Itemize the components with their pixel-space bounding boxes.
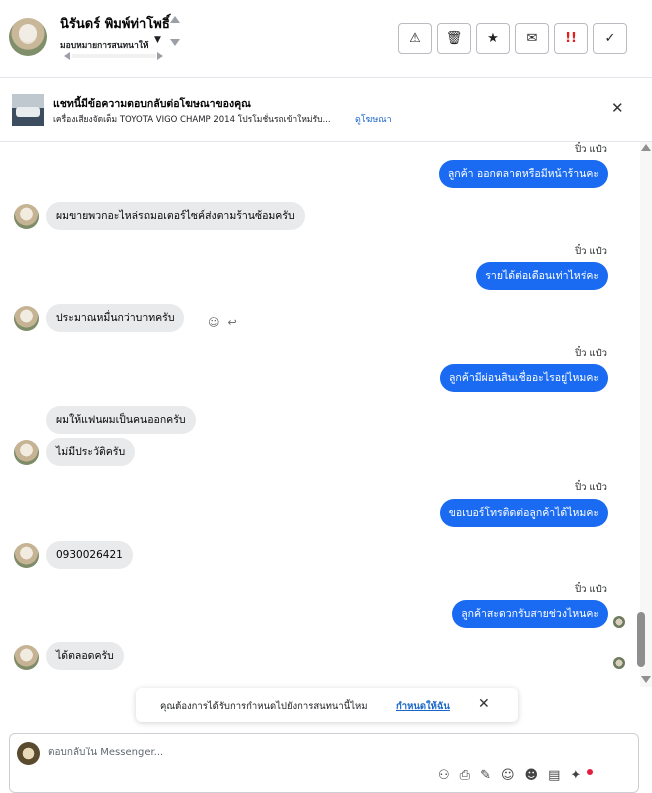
- contact-avatar-small: [14, 440, 39, 465]
- incoming-message[interactable]: ผมขายพวกอะไหล่รถมอเตอร์ไซค์ส่งตามร้านซ้อ…: [46, 202, 305, 230]
- incoming-message[interactable]: 0930026421: [46, 541, 133, 569]
- scroll-down-arrow-icon[interactable]: [170, 39, 180, 46]
- follow-up-button[interactable]: !!: [554, 23, 588, 54]
- scroll-up-arrow-icon[interactable]: [641, 144, 651, 151]
- ad-description: เครื่องเสียงจัดเต็ม TOYOTA VIGO CHAMP 20…: [53, 115, 331, 125]
- star-button[interactable]: ★: [476, 23, 510, 54]
- seen-receipt-avatar: [613, 616, 625, 628]
- contact-avatar-small: [14, 204, 39, 229]
- notification-dot: [587, 769, 593, 775]
- sender-name: ปิ๋ว แป๋ว: [575, 584, 607, 595]
- exclamation-icon: !!: [565, 31, 577, 46]
- envelope-open-icon: ✉: [526, 31, 538, 46]
- scroll-up-arrow-icon[interactable]: [170, 16, 180, 23]
- reply-input[interactable]: [48, 747, 448, 758]
- conversation-header: นิรันดร์ พิมพ์ท่าโพธิ์ มอบหมายการสนทนาให…: [0, 0, 652, 78]
- outgoing-message[interactable]: ลูกค้า ออกตลาดหรือมีหน้าร้านคะ: [438, 160, 608, 188]
- assign-prompt-toast: คุณต้องการได้รับการกำหนดไปยังการสนทนานี้…: [136, 688, 518, 722]
- contact-avatar-small: [14, 306, 39, 331]
- close-icon[interactable]: ✕: [611, 99, 624, 117]
- contact-avatar-small: [14, 543, 39, 568]
- incoming-message[interactable]: ผมให้แฟนผมเป็นคนออกครับ: [46, 406, 196, 434]
- star-icon: ★: [487, 31, 499, 46]
- horizontal-scrollbar[interactable]: [72, 54, 156, 58]
- ad-banner-title: แชทนี้มีข้อความตอบกลับต่อโฆษณาของคุณ: [53, 98, 251, 110]
- emoji-react-icon[interactable]: ☺: [208, 316, 219, 329]
- conversation-actions: ⚠ 🗑 ★ ✉ !! ✓: [398, 23, 627, 54]
- delete-button[interactable]: 🗑: [437, 23, 471, 54]
- report-button[interactable]: ⚠: [398, 23, 432, 54]
- sender-name: ปิ๋ว แป๋ว: [575, 482, 607, 493]
- incoming-message[interactable]: ไม่มีประวัติครับ: [46, 438, 136, 466]
- outgoing-message[interactable]: ลูกค้ามีผ่อนสินเชื่ออะไรอยู่ไหมคะ: [440, 364, 608, 392]
- mark-unread-button[interactable]: ✉: [515, 23, 549, 54]
- trash-icon: 🗑: [445, 31, 463, 46]
- outgoing-message[interactable]: ลูกค้าสะดวกรับสายช่วงไหนคะ: [452, 600, 608, 628]
- message-composer: ⚇ ⎙ ✎ ☺ ☻ ▤ ✦: [9, 733, 639, 793]
- sender-name: ปิ๋ว แป๋ว: [575, 348, 607, 359]
- outgoing-message[interactable]: ขอเบอร์โทรติดต่อลูกค้าได้ไหมคะ: [439, 499, 608, 527]
- scroll-left-arrow-icon[interactable]: [64, 52, 70, 60]
- page-avatar: [17, 742, 40, 765]
- incoming-message[interactable]: ประมาณหมื่นกว่าบาทครับ: [46, 304, 185, 332]
- chevron-down-icon[interactable]: ▼: [154, 35, 161, 45]
- message-thread: ปิ๋ว แป๋ว ลูกค้า ออกตลาดหรือมีหน้าร้านคะ…: [0, 142, 640, 687]
- message-actions: ☺ ↩: [208, 316, 237, 329]
- ad-thumbnail[interactable]: [12, 94, 44, 126]
- contact-avatar-small: [14, 645, 39, 670]
- contact-name[interactable]: นิรันดร์ พิมพ์ท่าโพธิ์: [60, 13, 170, 34]
- warning-icon: ⚠: [409, 31, 421, 46]
- sender-name: ปิ๋ว แป๋ว: [575, 246, 607, 257]
- seen-receipt-avatar: [613, 657, 625, 669]
- assign-prompt-text: คุณต้องการได้รับการกำหนดไปยังการสนทนานี้…: [160, 701, 368, 712]
- scrollbar-thumb[interactable]: [637, 612, 645, 667]
- check-icon: ✓: [604, 31, 616, 46]
- view-ad-link[interactable]: ดูโฆษณา: [355, 112, 392, 126]
- incoming-message[interactable]: ได้ตลอดครับ: [46, 642, 124, 670]
- mark-done-button[interactable]: ✓: [593, 23, 627, 54]
- reply-icon[interactable]: ↩: [227, 316, 236, 329]
- scroll-right-arrow-icon[interactable]: [157, 52, 163, 60]
- outgoing-message[interactable]: รายได้ต่อเดือนเท่าไหร่คะ: [476, 262, 608, 290]
- ad-reply-banner: แชทนี้มีข้อความตอบกลับต่อโฆษณาของคุณ เคร…: [0, 78, 652, 142]
- scroll-down-arrow-icon[interactable]: [641, 676, 651, 683]
- close-icon[interactable]: ✕: [478, 696, 490, 712]
- sender-name: ปิ๋ว แป๋ว: [575, 144, 607, 155]
- contact-avatar[interactable]: [9, 18, 47, 56]
- vertical-scrollbar[interactable]: [640, 142, 652, 687]
- assign-dropdown-label[interactable]: มอบหมายการสนทนาให้: [60, 38, 149, 52]
- assign-to-me-link[interactable]: กำหนดให้ฉัน: [396, 699, 450, 714]
